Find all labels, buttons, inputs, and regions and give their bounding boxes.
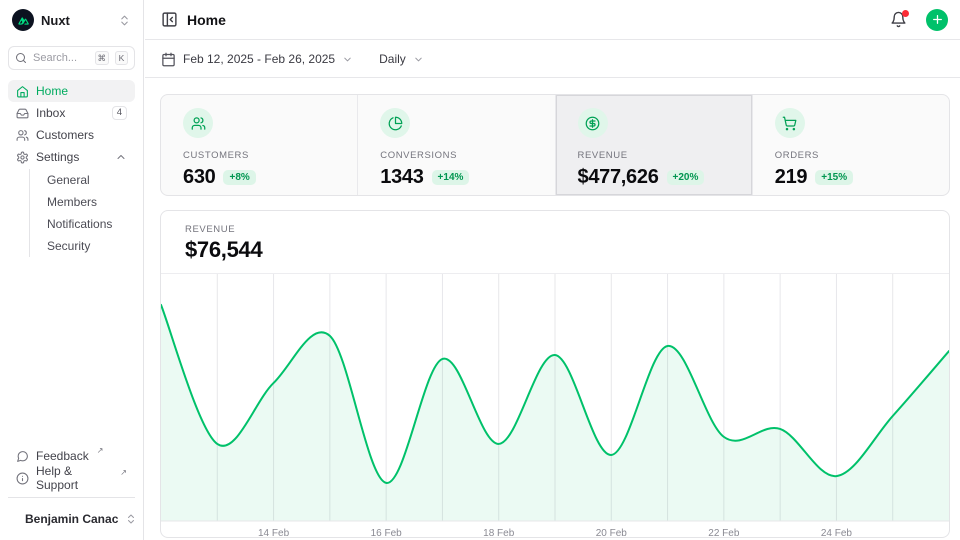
search-placeholder: Search... (33, 52, 89, 64)
sidebar-nav: Home Inbox 4 Customers Settings Genera (0, 80, 143, 257)
users-icon (183, 108, 213, 138)
stat-delta-badge: +20% (667, 170, 705, 185)
dollar-circle-icon (578, 108, 608, 138)
sidebar-item-notifications[interactable]: Notifications (47, 213, 127, 235)
stat-value: 630 (183, 166, 215, 189)
chevron-down-icon (342, 54, 353, 65)
inbox-count-badge: 4 (112, 106, 127, 120)
stat-value: $477,626 (578, 166, 659, 189)
chevrons-up-down-icon (118, 14, 131, 27)
collapse-sidebar-icon[interactable] (161, 11, 178, 28)
notifications-bell-button[interactable] (890, 11, 907, 28)
sidebar-item-label: Help & Support (36, 464, 112, 492)
user-name: Benjamin Canac (25, 512, 118, 526)
stat-value: 1343 (380, 166, 423, 189)
sidebar-item-members[interactable]: Members (47, 191, 127, 213)
stat-delta-badge: +15% (815, 170, 853, 185)
sidebar-item-inbox[interactable]: Inbox 4 (8, 102, 135, 124)
sidebar-divider (8, 497, 135, 498)
x-axis-tick-label: 16 Feb (371, 528, 403, 538)
stat-label: CUSTOMERS (183, 150, 335, 161)
x-axis-tick-label: 18 Feb (483, 528, 515, 538)
settings-submenu: General Members Notifications Security (29, 169, 127, 257)
sidebar-item-label: Home (36, 84, 68, 98)
period-value: Daily (379, 52, 406, 66)
x-axis-tick-label: 20 Feb (596, 528, 628, 538)
search-input[interactable]: Search... ⌘ K (8, 46, 135, 70)
date-range-value: Feb 12, 2025 - Feb 26, 2025 (183, 52, 335, 66)
calendar-icon (161, 52, 176, 67)
users-icon (16, 129, 29, 142)
notification-dot (902, 10, 909, 17)
external-link-icon: ↗ (97, 445, 104, 458)
stats-row: CUSTOMERS 630 +8% CONVERSIONS 1343 +14% … (160, 94, 950, 196)
sidebar-item-settings[interactable]: Settings (8, 146, 135, 168)
chevrons-up-down-icon (125, 513, 137, 525)
revenue-area-chart[interactable]: 14 Feb 16 Feb 18 Feb 20 Feb 22 Feb 24 Feb (161, 274, 949, 538)
external-link-icon: ↗ (120, 467, 127, 480)
pie-chart-icon (380, 108, 410, 138)
workspace-name: Nuxt (41, 13, 111, 28)
sidebar-item-label: Settings (36, 150, 79, 164)
inbox-icon (16, 107, 29, 120)
date-range-picker[interactable]: Feb 12, 2025 - Feb 26, 2025 (161, 52, 353, 67)
revenue-chart-card: REVENUE $76,544 14 Feb 16 Feb 18 Feb 20 Feb… (160, 210, 950, 538)
chart-metric-value: $76,544 (185, 237, 925, 263)
info-circle-icon (16, 472, 29, 485)
kbd-k: K (115, 51, 128, 65)
stat-delta-badge: +14% (432, 170, 470, 185)
home-icon (16, 85, 29, 98)
chevron-down-icon (413, 54, 424, 65)
kbd-cmd: ⌘ (95, 51, 110, 65)
stat-label: REVENUE (578, 150, 730, 161)
sidebar-item-label: Feedback (36, 449, 89, 463)
x-axis-tick-label: 14 Feb (258, 528, 290, 538)
page-title: Home (187, 12, 881, 28)
chat-bubble-icon (16, 450, 29, 463)
page-header: Home (145, 0, 960, 40)
sidebar-item-home[interactable]: Home (8, 80, 135, 102)
nuxt-logo-icon (12, 9, 34, 31)
x-axis-tick-label: 22 Feb (708, 528, 740, 538)
user-menu[interactable]: Benjamin Canac (8, 501, 135, 537)
stat-label: CONVERSIONS (380, 150, 532, 161)
sidebar-item-general[interactable]: General (47, 169, 127, 191)
sidebar-item-security[interactable]: Security (47, 235, 127, 257)
stat-conversions[interactable]: CONVERSIONS 1343 +14% (358, 95, 555, 195)
stat-delta-badge: +8% (223, 170, 255, 185)
sidebar-item-help-support[interactable]: Help & Support ↗ (8, 467, 135, 489)
shopping-cart-icon (775, 108, 805, 138)
sidebar-item-label: Inbox (36, 106, 65, 120)
chevron-up-icon (115, 151, 127, 163)
chart-header: REVENUE $76,544 (161, 211, 949, 274)
add-button[interactable] (926, 9, 948, 31)
stat-value: 219 (775, 166, 807, 189)
stat-orders[interactable]: ORDERS 219 +15% (753, 95, 949, 195)
chart-metric-label: REVENUE (185, 224, 925, 235)
stat-label: ORDERS (775, 150, 927, 161)
gear-icon (16, 151, 29, 164)
filters-toolbar: Feb 12, 2025 - Feb 26, 2025 Daily (145, 41, 960, 78)
sidebar-item-customers[interactable]: Customers (8, 124, 135, 146)
stat-customers[interactable]: CUSTOMERS 630 +8% (161, 95, 358, 195)
sidebar-footer: Feedback ↗ Help & Support ↗ Benjamin Can… (0, 445, 143, 540)
stat-revenue[interactable]: REVENUE $477,626 +20% (556, 95, 753, 195)
search-icon (15, 52, 27, 64)
workspace-selector[interactable]: Nuxt (0, 0, 143, 40)
sidebar: Nuxt Search... ⌘ K Home Inbox 4 (0, 0, 144, 540)
sidebar-item-label: Customers (36, 128, 94, 142)
period-select[interactable]: Daily (379, 52, 424, 66)
x-axis-tick-label: 24 Feb (821, 528, 853, 538)
